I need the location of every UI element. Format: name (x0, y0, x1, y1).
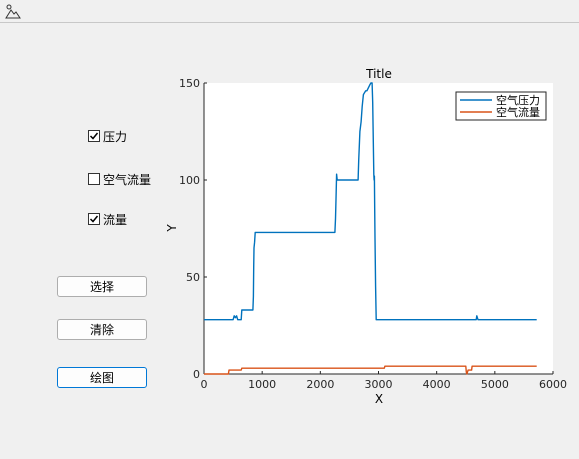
legend-label: 空气流量 (496, 105, 540, 119)
y-tick-label: 150 (179, 77, 200, 90)
series-group (204, 82, 537, 375)
y-axis-label: Y (165, 224, 179, 233)
x-tick-label: 6000 (539, 378, 567, 391)
series-line (204, 365, 537, 375)
chart-title: Title (365, 67, 392, 81)
legend-label: 空气压力 (496, 93, 540, 107)
x-tick-label: 4000 (423, 378, 451, 391)
y-tick-label: 0 (193, 368, 200, 381)
x-tick-label: 0 (201, 378, 208, 391)
x-tick-label: 2000 (306, 378, 334, 391)
x-tick-label: 5000 (481, 378, 509, 391)
x-tick-label: 3000 (365, 378, 393, 391)
x-tick-label: 1000 (248, 378, 276, 391)
x-axis-label: X (375, 392, 383, 406)
y-tick-label: 50 (186, 271, 200, 284)
legend: 空气压力空气流量 (455, 91, 547, 121)
y-tick-label: 100 (179, 174, 200, 187)
line-chart[interactable]: Title X Y 0 1000 2000 3000 4000 5000 6000 0 50 10… (0, 0, 579, 459)
